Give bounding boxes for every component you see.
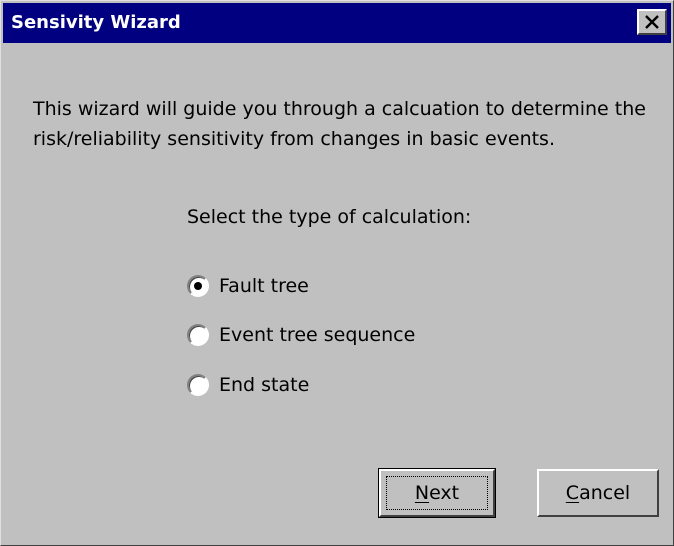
cancel-button-label: Cancel (566, 482, 630, 504)
close-icon (645, 15, 659, 29)
radio-end-state-label[interactable]: End state (219, 372, 309, 398)
radio-event-tree-sequence-label[interactable]: Event tree sequence (219, 322, 415, 348)
intro-line-2: risk/reliability sensitivity from change… (33, 128, 555, 150)
close-button[interactable] (637, 9, 667, 35)
radio-end-state[interactable]: End state (187, 371, 309, 399)
radio-button[interactable] (187, 374, 209, 396)
cancel-mnemonic: C (565, 482, 580, 504)
next-mnemonic: N (414, 482, 430, 504)
title-bar[interactable]: Sensivity Wizard (3, 3, 671, 43)
window-title: Sensivity Wizard (11, 12, 181, 33)
cancel-label-rest: ancel (579, 482, 631, 504)
intro-line-1: This wizard will guide you through a cal… (33, 98, 646, 120)
radio-fault-tree[interactable]: Fault tree (187, 272, 309, 300)
calculation-type-prompt: Select the type of calculation: (187, 206, 472, 228)
sensitivity-wizard-dialog: Sensivity Wizard This wizard will guide … (0, 0, 674, 546)
radio-button[interactable] (187, 324, 209, 346)
radio-selected-dot (194, 282, 202, 290)
next-button[interactable]: Next (378, 468, 496, 518)
radio-fault-tree-label[interactable]: Fault tree (219, 273, 309, 299)
radio-event-tree-sequence[interactable]: Event tree sequence (187, 321, 415, 349)
intro-text: This wizard will guide you through a cal… (33, 94, 669, 154)
radio-button-selected[interactable] (187, 275, 209, 297)
cancel-button[interactable]: Cancel (537, 469, 659, 517)
focus-rectangle (386, 476, 488, 510)
